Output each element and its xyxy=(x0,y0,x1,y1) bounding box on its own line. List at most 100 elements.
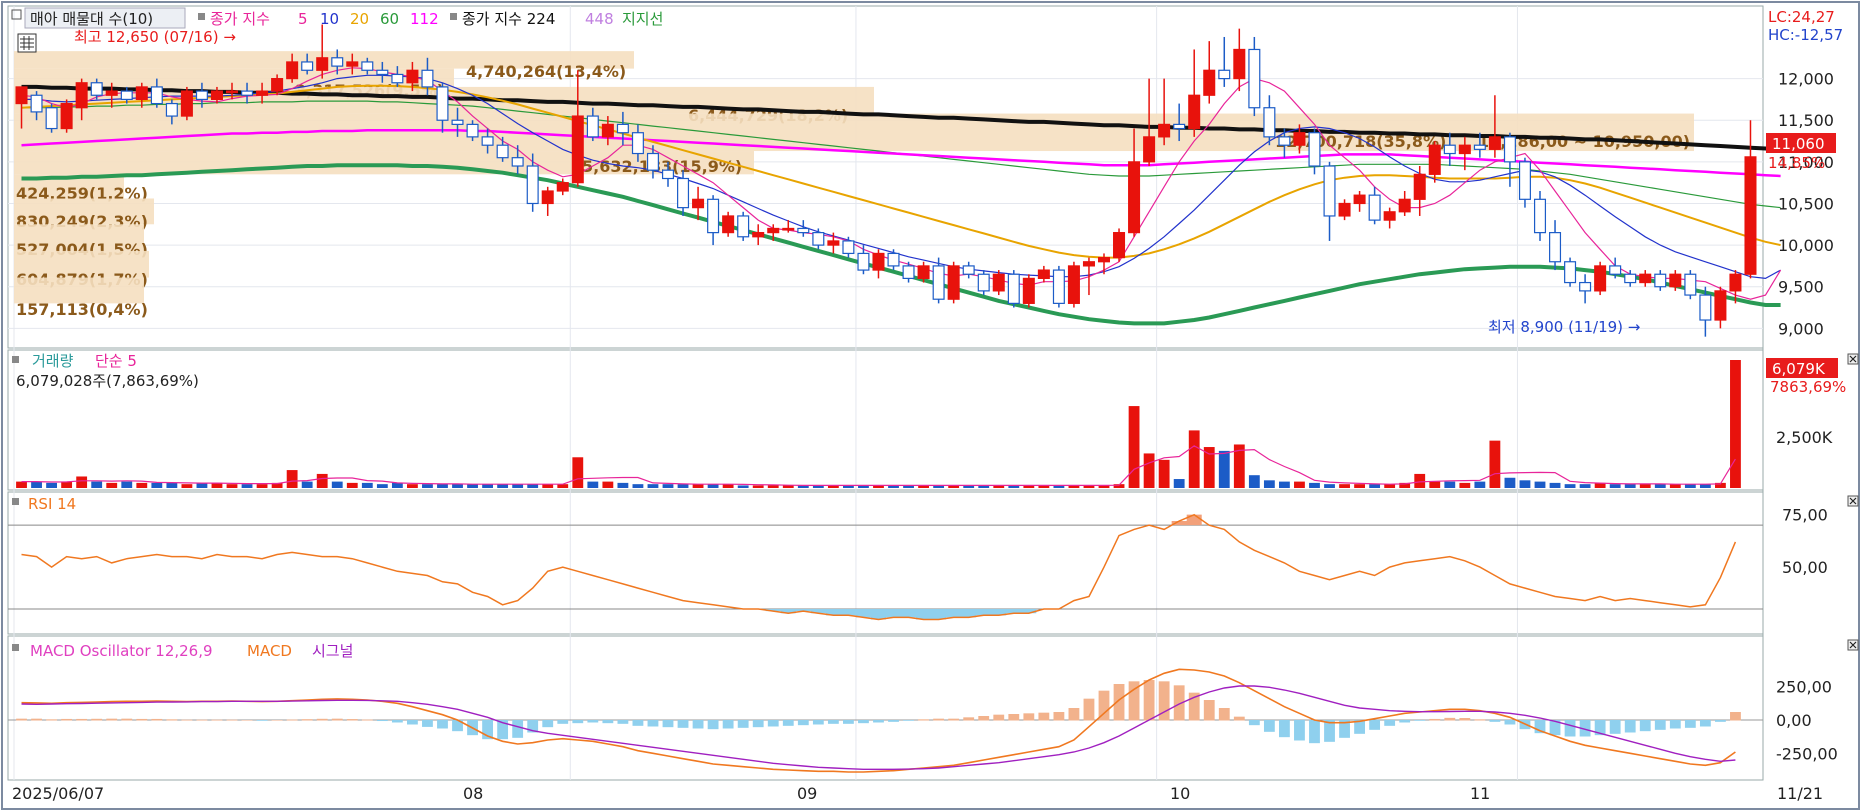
candle-body xyxy=(872,252,885,271)
macd-oscillator-bar xyxy=(797,720,809,726)
candle-body xyxy=(1609,265,1622,275)
macd-oscillator-bar xyxy=(1279,720,1290,738)
macd-oscillator-bar xyxy=(1474,719,1486,721)
volume-bar xyxy=(1624,484,1636,488)
candle-body xyxy=(225,90,239,94)
candle-body xyxy=(1248,48,1261,109)
volume-bar xyxy=(452,484,463,488)
candle-body xyxy=(1398,198,1411,213)
candle-body xyxy=(1368,194,1381,221)
volume-bar xyxy=(1489,440,1501,488)
close-panel-icon[interactable] xyxy=(1847,495,1859,507)
candle-body xyxy=(1203,69,1216,96)
macd-oscillator-bar xyxy=(767,720,779,727)
date-tick-label: 2025/06/07 xyxy=(12,784,104,803)
candle-body xyxy=(556,182,569,192)
candle-body xyxy=(646,152,659,171)
candle-body xyxy=(1564,261,1577,284)
date-tick-label: 10 xyxy=(1170,784,1190,803)
macd-oscillator-bar xyxy=(1203,700,1215,721)
volume-bar xyxy=(1279,481,1290,488)
candle-body xyxy=(1473,144,1486,150)
macd-oscillator-bar xyxy=(1008,714,1020,721)
volume-bar xyxy=(361,482,373,488)
volume-bar xyxy=(1519,480,1531,488)
macd-oscillator-bar xyxy=(752,720,764,728)
volume-bar xyxy=(602,481,614,488)
current-volume-pct: 7863,69% xyxy=(1770,378,1846,396)
rsi-tick-label: 50,00 xyxy=(1782,558,1828,577)
candle-body xyxy=(526,165,539,205)
candle-body xyxy=(601,123,614,138)
close-panel-icon[interactable] xyxy=(1847,353,1859,365)
macd-oscillator-bar xyxy=(617,720,629,724)
volume-bar xyxy=(1294,481,1305,488)
macd-oscillator-bar xyxy=(572,720,584,724)
macd-oscillator-bar xyxy=(391,720,403,723)
candle-body xyxy=(1263,107,1276,138)
candle-body xyxy=(1503,136,1516,163)
candle-body xyxy=(631,132,644,155)
candle-body xyxy=(857,252,870,271)
volume-bar xyxy=(647,484,659,488)
candle-body xyxy=(1308,132,1321,167)
volume-bar xyxy=(1369,484,1381,488)
candle-body xyxy=(541,190,554,205)
candle-body xyxy=(1293,132,1306,146)
rsi-tick-label: 75,00 xyxy=(1782,506,1828,525)
volume-profile-label: 4,740,264(13,4%) xyxy=(466,62,626,81)
volume-bar xyxy=(752,485,764,488)
macd-oscillator-bar xyxy=(692,720,704,729)
candle-body xyxy=(150,86,163,105)
volume-bar xyxy=(226,484,238,488)
candle-body xyxy=(1699,294,1712,321)
price-tick-label: 12,000 xyxy=(1778,70,1834,89)
macd-oscillator-bar xyxy=(1444,717,1456,721)
volume-bar xyxy=(166,482,178,488)
close-panel-icon[interactable] xyxy=(1847,639,1859,651)
macd-oscillator-bar xyxy=(1504,720,1516,725)
macd-oscillator-bar xyxy=(437,720,448,729)
macd-tick-label: -250,00 xyxy=(1776,744,1838,763)
macd-oscillator-bar xyxy=(271,720,283,721)
macd-oscillator-bar xyxy=(873,720,884,723)
macd-oscillator-bar xyxy=(512,720,524,738)
macd-oscillator-bar xyxy=(241,720,253,721)
candle-body xyxy=(1097,256,1111,263)
macd-oscillator-bar xyxy=(1143,680,1155,721)
macd-oscillator-bar xyxy=(16,718,27,721)
candle-body xyxy=(1383,211,1396,221)
macd-oscillator-bar xyxy=(1414,720,1426,721)
macd-oscillator-bar xyxy=(286,719,298,721)
volume-bar xyxy=(1218,450,1230,488)
volume-ma-label: 단순 5 xyxy=(95,352,137,370)
volume-bar xyxy=(31,481,42,488)
candle-body xyxy=(1488,136,1501,150)
volume-bar xyxy=(1429,481,1441,488)
macd-oscillator-bar xyxy=(1233,716,1245,721)
volume-bar xyxy=(16,481,27,488)
candle-body xyxy=(451,119,464,125)
candle-body xyxy=(1714,290,1727,321)
current-price-value: 11,060 xyxy=(1772,135,1825,153)
volume-bar xyxy=(1504,477,1516,488)
macd-oscillator-bar xyxy=(1053,712,1065,721)
volume-bar xyxy=(407,484,418,488)
volume-bar xyxy=(662,484,674,488)
candle-body xyxy=(1353,194,1366,205)
candle-body xyxy=(692,198,705,209)
candle-body xyxy=(1113,232,1126,259)
candle-body xyxy=(1443,144,1456,155)
macd-oscillator-bar xyxy=(1564,720,1576,737)
date-tick-label: 11 xyxy=(1470,784,1490,803)
candle-body xyxy=(1594,265,1607,292)
volume-profile-legend: 매아 매물대 수(10) xyxy=(30,10,153,28)
candle-body xyxy=(661,169,675,180)
volume-bar xyxy=(121,481,133,488)
volume-bar xyxy=(1564,484,1576,488)
macd-oscillator-bar xyxy=(1489,720,1501,722)
macd-oscillator-bar xyxy=(1399,720,1411,723)
candle-body xyxy=(421,69,434,88)
candle-body xyxy=(1233,48,1246,80)
macd-oscillator-bar xyxy=(1654,720,1666,730)
